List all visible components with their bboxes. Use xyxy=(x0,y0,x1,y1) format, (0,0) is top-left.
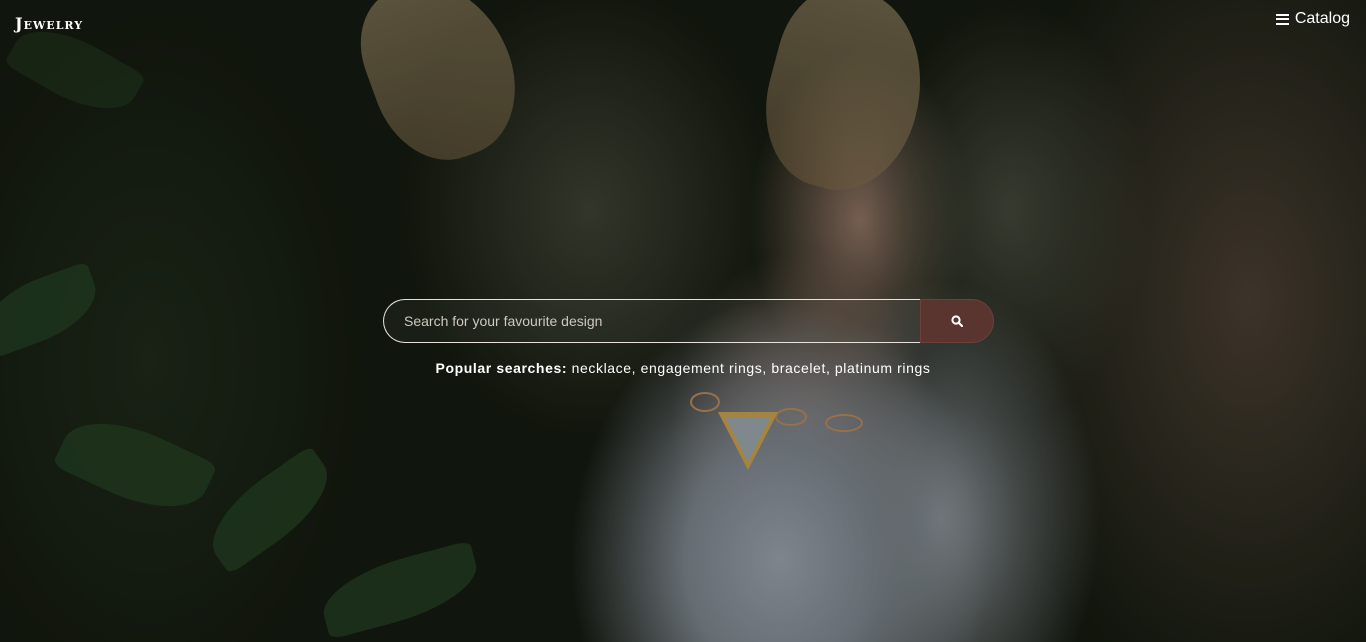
popular-search-link[interactable]: bracelet xyxy=(771,360,826,376)
catalog-label: Catalog xyxy=(1294,10,1350,27)
popular-searches-label: Popular searches: xyxy=(435,360,568,376)
popular-searches: Popular searches: necklace, engagement r… xyxy=(0,360,1366,376)
hamburger-icon xyxy=(1275,13,1289,25)
site-logo[interactable]: Jewelry xyxy=(15,14,83,33)
search-button[interactable] xyxy=(920,299,994,343)
search-input[interactable] xyxy=(383,299,920,343)
separator: , xyxy=(631,360,641,376)
popular-search-link[interactable]: engagement rings xyxy=(641,360,763,376)
popular-search-link[interactable]: platinum rings xyxy=(835,360,931,376)
catalog-menu-button[interactable]: Catalog xyxy=(1275,10,1350,28)
search-icon xyxy=(951,315,963,327)
popular-search-link[interactable]: necklace xyxy=(572,360,632,376)
separator: , xyxy=(762,360,772,376)
search-bar xyxy=(383,299,994,343)
top-bar: Jewelry Catalog xyxy=(0,0,1366,48)
hero-background: Jewelry Catalog Popular searches: neckla… xyxy=(0,0,1366,642)
separator: , xyxy=(825,360,835,376)
